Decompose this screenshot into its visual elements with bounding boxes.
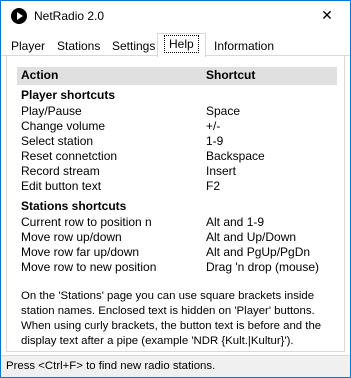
shortcut-key: F2 — [206, 179, 221, 193]
help-panel: Action Shortcut Player shortcuts Play/Pa… — [6, 56, 345, 352]
tab-stations-label: Stations — [57, 39, 101, 53]
tab-player[interactable]: Player — [5, 36, 51, 56]
help-note: On the 'Stations' page you can use squar… — [21, 290, 322, 347]
shortcut-action: Move row far up/down — [21, 245, 140, 259]
shortcut-key: Alt and Up/Down — [206, 230, 297, 244]
close-button[interactable]: ✕ — [304, 1, 350, 31]
tab-help[interactable]: Help — [157, 33, 206, 57]
column-header-action: Action — [21, 68, 59, 82]
tab-settings-label: Settings — [112, 39, 156, 53]
window-title: NetRadio 2.0 — [34, 9, 105, 23]
app-window: NetRadio 2.0 ✕ Player Stations Settings … — [0, 0, 351, 378]
section-title-player: Player shortcuts — [21, 88, 116, 102]
shortcut-key: +/- — [206, 119, 221, 133]
shortcut-action: Change volume — [21, 119, 106, 133]
shortcut-action: Play/Pause — [21, 104, 82, 118]
close-icon: ✕ — [321, 8, 333, 24]
radio-play-icon — [11, 8, 27, 24]
shortcut-action: Reset connetction — [21, 149, 118, 163]
status-bar: Press <Ctrl+F> to find new radio station… — [1, 355, 350, 377]
tab-player-label: Player — [11, 39, 46, 53]
shortcut-key: 1-9 — [206, 134, 224, 148]
tab-information-label: Information — [214, 39, 275, 53]
shortcut-key: Space — [206, 104, 241, 118]
shortcut-key: Alt and 1-9 — [206, 215, 265, 229]
tab-information[interactable]: Information — [208, 36, 280, 56]
column-header-shortcut: Shortcut — [206, 68, 256, 82]
shortcut-action: Current row to position n — [21, 215, 152, 229]
shortcut-table-header: Action Shortcut — [17, 67, 337, 85]
shortcut-action: Select station — [21, 134, 94, 148]
shortcut-action: Move row up/down — [21, 230, 122, 244]
shortcut-key: Alt and PgUp/PgDn — [206, 245, 311, 259]
title-bar[interactable]: NetRadio 2.0 ✕ — [1, 1, 350, 31]
tab-stations[interactable]: Stations — [51, 36, 106, 56]
shortcut-action: Record stream — [21, 164, 100, 178]
shortcut-action: Move row to new position — [21, 260, 157, 274]
tab-settings[interactable]: Settings — [106, 36, 161, 56]
status-text: Press <Ctrl+F> to find new radio station… — [6, 360, 216, 372]
shortcut-key: Insert — [206, 164, 237, 178]
tab-help-label: Help — [164, 35, 199, 53]
shortcut-key: Backspace — [206, 149, 265, 163]
section-title-stations: Stations shortcuts — [21, 199, 127, 213]
shortcut-key: Drag 'n drop (mouse) — [206, 260, 320, 274]
shortcut-action: Edit button text — [21, 179, 102, 193]
tab-bar: Player Stations Settings Help Informatio… — [1, 32, 350, 57]
